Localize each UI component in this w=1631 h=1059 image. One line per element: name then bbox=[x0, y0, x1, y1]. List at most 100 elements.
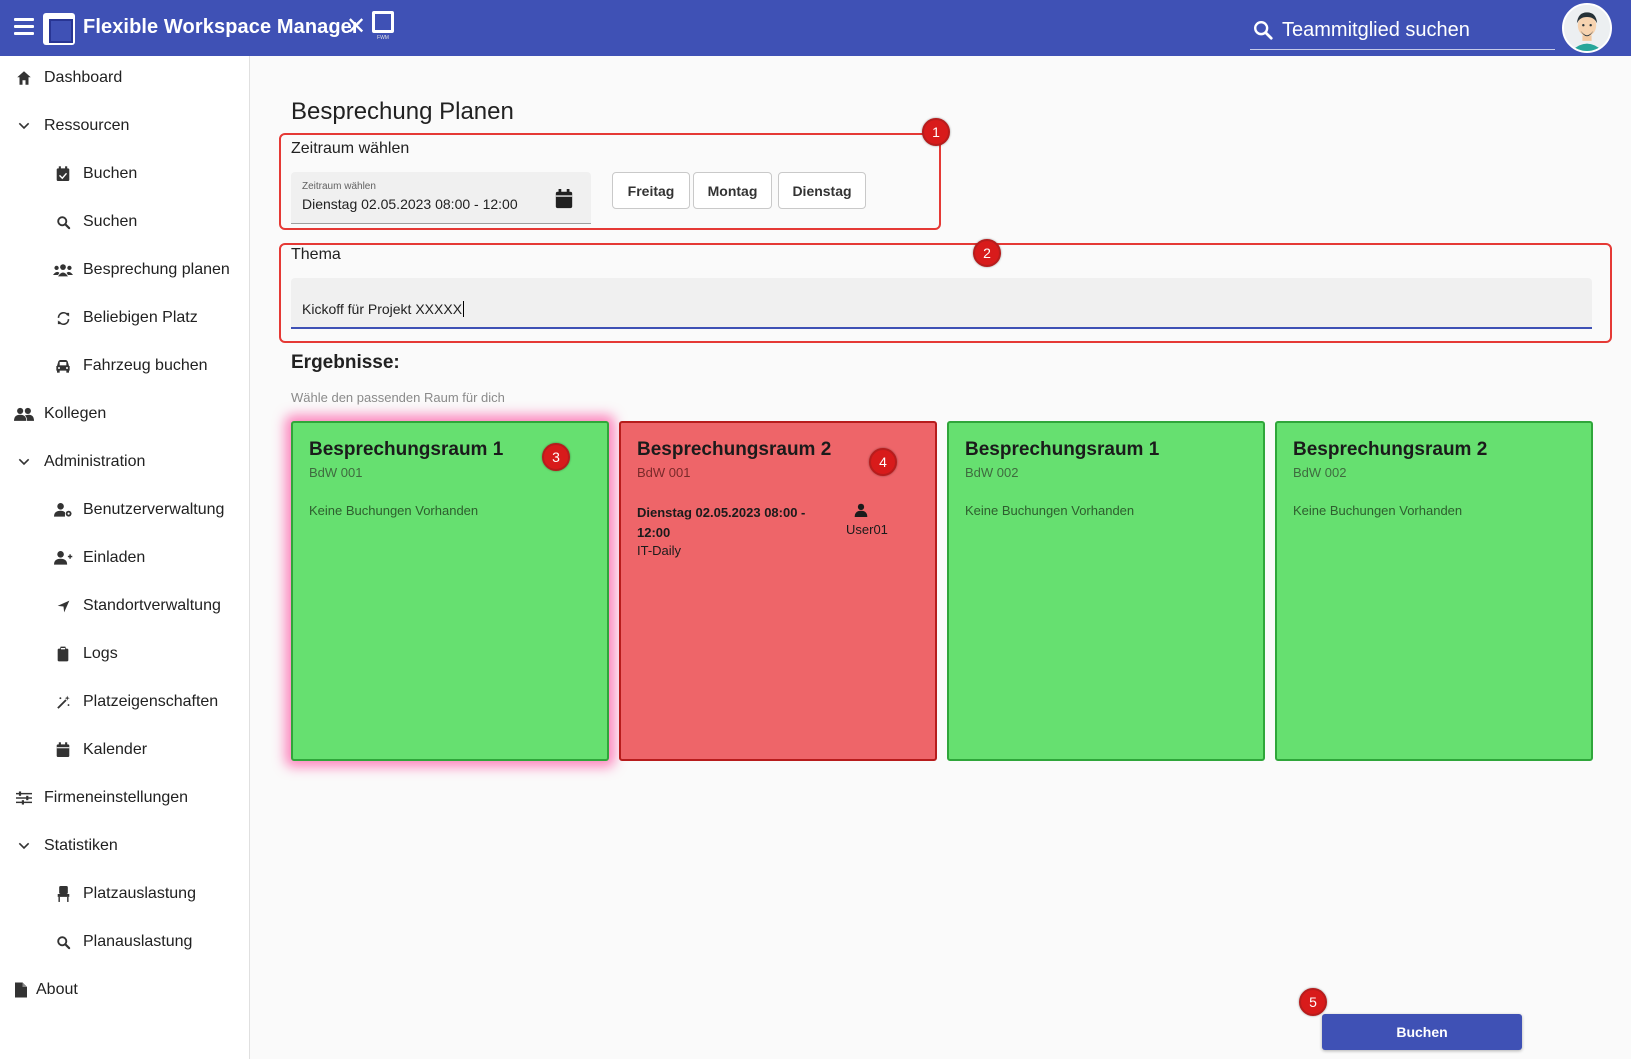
annotation-marker-1: 1 bbox=[922, 118, 950, 146]
close-icon: ✕ bbox=[346, 13, 367, 40]
book-button[interactable]: Buchen bbox=[1322, 1014, 1522, 1050]
sidebar-item-label: Logs bbox=[83, 645, 118, 662]
sidebar-item-about[interactable]: About bbox=[0, 970, 249, 1010]
sidebar-nav: Dashboard Ressourcen Buchen Suchen Bespr… bbox=[0, 56, 250, 1059]
people-icon bbox=[14, 404, 34, 424]
room-location: BdW 001 bbox=[309, 465, 363, 480]
sidebar-item-label: Einladen bbox=[83, 549, 146, 566]
car-icon bbox=[53, 356, 73, 376]
sidebar-item-administration[interactable]: Administration bbox=[0, 442, 249, 482]
sidebar-item-platzauslastung[interactable]: Platzauslastung bbox=[0, 874, 249, 914]
sidebar-item-logs[interactable]: Logs bbox=[0, 634, 249, 674]
search-placeholder: Teammitglied suchen bbox=[1282, 19, 1470, 41]
sidebar-item-benutzerverwaltung[interactable]: Benutzerverwaltung bbox=[0, 490, 249, 530]
magic-wand-icon bbox=[53, 692, 73, 712]
booking-user: User01 bbox=[846, 522, 888, 537]
sidebar-item-label: Firmeneinstellungen bbox=[44, 789, 189, 806]
menu-icon[interactable] bbox=[14, 18, 34, 35]
clipboard-icon bbox=[53, 644, 73, 664]
team-search-input[interactable]: Teammitglied suchen bbox=[1250, 14, 1555, 50]
sidebar-item-fahrzeug-buchen[interactable]: Fahrzeug buchen bbox=[0, 346, 249, 386]
sidebar-item-buchen[interactable]: Buchen bbox=[0, 154, 249, 194]
fwm-logo-caption: FWM bbox=[377, 35, 389, 41]
sidebar-item-label: Kalender bbox=[83, 741, 148, 758]
search-icon bbox=[53, 212, 73, 232]
sidebar-item-ressourcen[interactable]: Ressourcen bbox=[0, 106, 249, 146]
room-location: BdW 002 bbox=[965, 465, 1019, 480]
room-name: Besprechungsraum 1 bbox=[309, 439, 504, 460]
main-content: Besprechung Planen Zeitraum wählen Zeitr… bbox=[250, 56, 1631, 1059]
sidebar-item-label: Benutzerverwaltung bbox=[83, 501, 225, 518]
file-icon bbox=[14, 980, 28, 1000]
booking-datetime: Dienstag 02.05.2023 08:00 - 12:00 bbox=[637, 505, 806, 540]
avatar-icon bbox=[1564, 5, 1610, 51]
room-location: BdW 002 bbox=[1293, 465, 1347, 480]
sidebar-item-beliebigen-platz[interactable]: Beliebigen Platz bbox=[0, 298, 249, 338]
sync-icon bbox=[53, 308, 73, 328]
fwm-logo-icon: FWM bbox=[372, 11, 394, 43]
sidebar-item-label: Dashboard bbox=[44, 69, 123, 86]
calendar-check-icon bbox=[53, 164, 73, 184]
chair-icon bbox=[53, 884, 73, 904]
user-gear-icon bbox=[53, 500, 73, 520]
chevron-down-icon bbox=[14, 836, 34, 856]
search-icon bbox=[53, 932, 73, 952]
booking-topic: IT-Daily bbox=[637, 543, 682, 558]
sidebar-item-besprechung-planen[interactable]: Besprechung planen bbox=[0, 250, 249, 290]
sidebar-item-platzeigenschaften[interactable]: Platzeigenschaften bbox=[0, 682, 249, 722]
room-card[interactable]: Besprechungsraum 1 BdW 002 Keine Buchung… bbox=[947, 421, 1265, 761]
sidebar-item-planauslastung[interactable]: Planauslastung bbox=[0, 922, 249, 962]
room-no-bookings: Keine Buchungen Vorhanden bbox=[309, 503, 479, 518]
page-title: Besprechung Planen bbox=[291, 98, 514, 125]
room-card[interactable]: Besprechungsraum 1 BdW 001 Keine Buchung… bbox=[291, 421, 609, 761]
sidebar-item-label: Ressourcen bbox=[44, 117, 130, 134]
sliders-icon bbox=[14, 788, 34, 808]
chevron-down-icon bbox=[14, 452, 34, 472]
person-icon bbox=[854, 503, 868, 517]
results-title: Ergebnisse: bbox=[291, 352, 400, 373]
room-no-bookings: Keine Buchungen Vorhanden bbox=[1293, 503, 1463, 518]
annotation-box-topic bbox=[279, 243, 1612, 343]
sidebar-item-einladen[interactable]: Einladen bbox=[0, 538, 249, 578]
user-plus-icon bbox=[53, 548, 73, 568]
search-icon bbox=[1254, 21, 1273, 40]
home-icon bbox=[14, 68, 34, 88]
sidebar-item-kollegen[interactable]: Kollegen bbox=[0, 394, 249, 434]
sidebar-item-label: Platzeigenschaften bbox=[83, 693, 219, 710]
room-no-bookings: Keine Buchungen Vorhanden bbox=[965, 503, 1135, 518]
room-name: Besprechungsraum 2 bbox=[637, 439, 832, 460]
sidebar-item-label: Platzauslastung bbox=[83, 885, 196, 902]
annotation-marker-5: 5 bbox=[1299, 988, 1327, 1016]
sidebar-item-label: Administration bbox=[44, 453, 146, 470]
app-toolbar: Flexible Workspace Manager ✕ FWM Teammit… bbox=[0, 0, 1631, 56]
sidebar-item-label: Beliebigen Platz bbox=[83, 309, 198, 326]
location-arrow-icon bbox=[53, 596, 73, 616]
sidebar-item-label: Suchen bbox=[83, 213, 138, 230]
room-name: Besprechungsraum 2 bbox=[1293, 439, 1488, 460]
sidebar-item-statistiken[interactable]: Statistiken bbox=[0, 826, 249, 866]
user-avatar[interactable] bbox=[1562, 3, 1612, 53]
sidebar-item-label: Buchen bbox=[83, 165, 138, 182]
annotation-box-period bbox=[279, 133, 941, 230]
sidebar-item-kalender[interactable]: Kalender bbox=[0, 730, 249, 770]
annotation-marker-2: 2 bbox=[973, 239, 1001, 267]
sidebar-item-suchen[interactable]: Suchen bbox=[0, 202, 249, 242]
app-logo-icon bbox=[43, 13, 75, 45]
room-name: Besprechungsraum 1 bbox=[965, 439, 1160, 460]
sidebar-item-label: About bbox=[36, 981, 78, 998]
sidebar-item-label: Statistiken bbox=[44, 837, 118, 854]
sidebar-item-dashboard[interactable]: Dashboard bbox=[0, 58, 249, 98]
group-icon bbox=[53, 260, 73, 280]
sidebar-item-standortverwaltung[interactable]: Standortverwaltung bbox=[0, 586, 249, 626]
sidebar-item-label: Planauslastung bbox=[83, 933, 193, 950]
sidebar-item-label: Kollegen bbox=[44, 405, 107, 422]
sidebar-item-label: Fahrzeug buchen bbox=[83, 357, 208, 374]
room-location: BdW 001 bbox=[637, 465, 691, 480]
calendar-icon bbox=[53, 740, 73, 760]
results-subtitle: Wähle den passenden Raum für dich bbox=[291, 390, 505, 405]
sidebar-item-firmeneinstellungen[interactable]: Firmeneinstellungen bbox=[0, 778, 249, 818]
annotation-marker-4: 4 bbox=[869, 448, 897, 476]
sidebar-item-label: Standortverwaltung bbox=[83, 597, 221, 614]
app-title: Flexible Workspace Manager bbox=[83, 16, 360, 38]
room-card[interactable]: Besprechungsraum 2 BdW 002 Keine Buchung… bbox=[1275, 421, 1593, 761]
